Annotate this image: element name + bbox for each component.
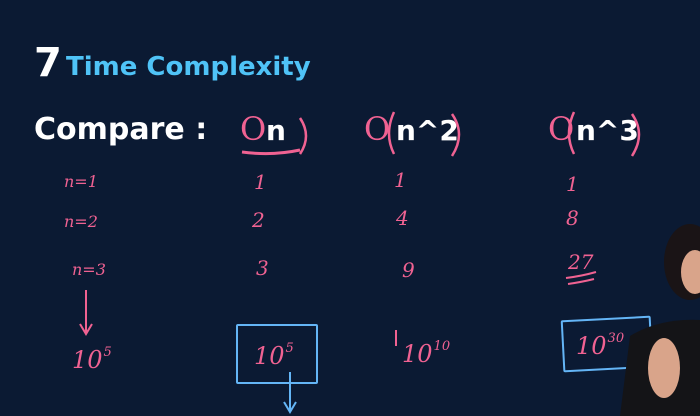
presenter-hands — [648, 338, 680, 398]
presenter-silhouette — [620, 224, 700, 416]
